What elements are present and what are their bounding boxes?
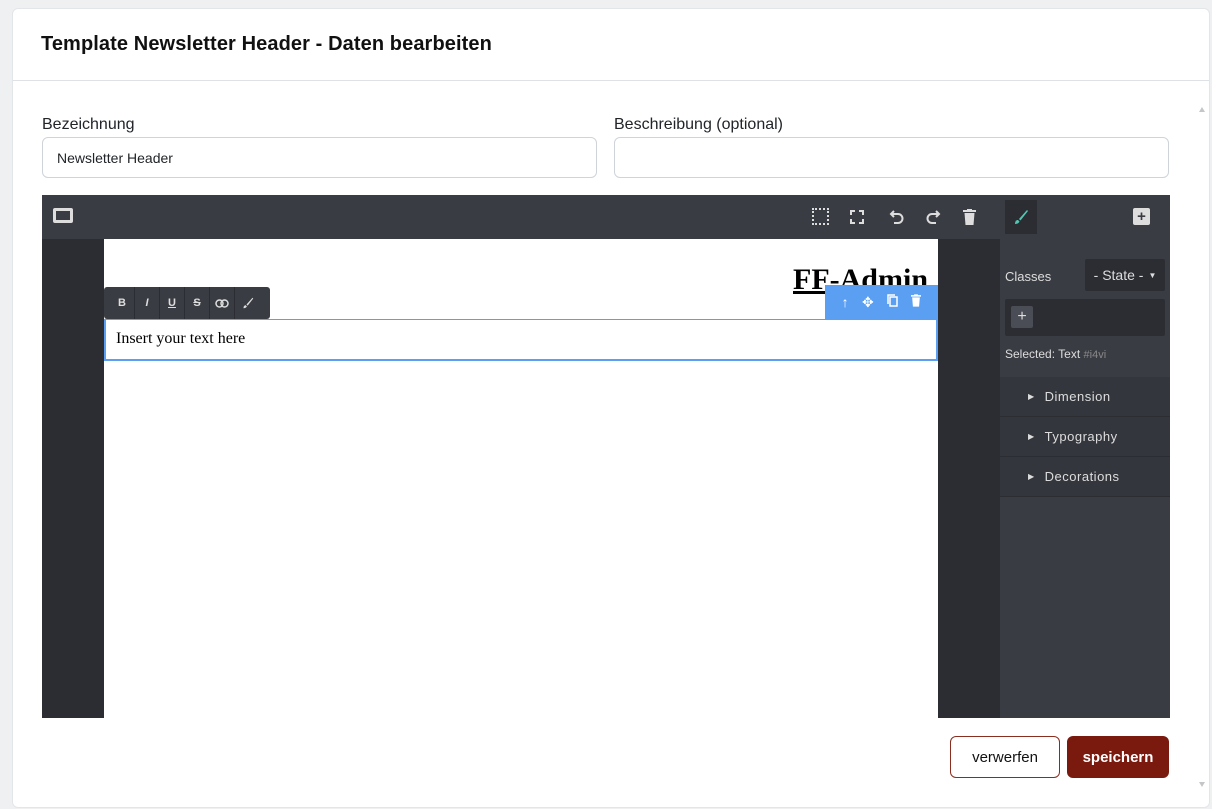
arrow-up-icon[interactable]: ↑ [842, 294, 849, 310]
editor-canvas[interactable]: FF-Admin B I U S ↑ ✥ Insert your text he… [104, 239, 938, 718]
description-label: Beschreibung (optional) [614, 116, 783, 133]
trash-icon[interactable] [911, 294, 922, 310]
component-toolbar: ↑ ✥ [825, 285, 938, 319]
cancel-button[interactable]: verwerfen [950, 736, 1060, 778]
copy-icon[interactable] [887, 294, 898, 310]
undo-icon[interactable] [886, 206, 908, 228]
style-manager-panel: Classes - State - ▼ + Selected: Text #i4… [1000, 239, 1170, 718]
classes-container: + [1005, 299, 1165, 336]
editor-toolbar [42, 195, 1000, 239]
caret-right-icon: ▶ [1028, 472, 1035, 481]
scroll-down-arrow-icon[interactable] [1199, 782, 1205, 787]
dialog-header: Template Newsletter Header - Daten bearb… [13, 9, 1209, 81]
strikethrough-button[interactable]: S [185, 287, 210, 319]
sector-label: Decorations [1044, 469, 1120, 484]
sector-dimension[interactable]: ▶ Dimension [1000, 377, 1170, 417]
add-class-button[interactable]: + [1011, 306, 1033, 328]
trash-icon[interactable] [958, 206, 980, 228]
sector-label: Dimension [1044, 389, 1111, 404]
device-desktop-icon[interactable] [53, 208, 73, 223]
sector-typography[interactable]: ▶ Typography [1000, 417, 1170, 457]
selected-name: Text [1058, 347, 1081, 361]
rich-text-toolbar: B I U S [104, 287, 270, 319]
caret-right-icon: ▶ [1028, 432, 1035, 441]
sector-decorations[interactable]: ▶ Decorations [1000, 457, 1170, 497]
selected-id: #i4vi [1083, 349, 1107, 361]
block-manager-plus-icon[interactable]: + [1133, 208, 1150, 225]
state-select-label: - State - [1093, 267, 1144, 283]
fullscreen-icon[interactable] [846, 206, 868, 228]
selected-component-info: Selected: Text #i4vi [1005, 347, 1106, 361]
chevron-down-icon: ▼ [1148, 270, 1157, 280]
style-manager-brush-icon[interactable] [1005, 200, 1037, 234]
link-icon[interactable] [210, 287, 235, 319]
save-button[interactable]: speichern [1067, 736, 1169, 778]
sw-visibility-icon[interactable] [812, 208, 829, 225]
panel-switcher: + [1000, 195, 1170, 239]
description-input[interactable] [614, 137, 1169, 178]
state-select[interactable]: - State - ▼ [1085, 259, 1165, 291]
selected-prefix: Selected: [1005, 347, 1056, 361]
classes-label: Classes [1005, 269, 1052, 284]
page-builder-editor: + FF-Admin B I U S ↑ ✥ Insert your text … [42, 195, 1170, 718]
underline-button[interactable]: U [160, 287, 185, 319]
dialog-scrollbar[interactable] [1197, 97, 1209, 787]
scroll-up-arrow-icon[interactable] [1199, 107, 1205, 112]
sector-label: Typography [1044, 429, 1118, 444]
redo-icon[interactable] [922, 206, 944, 228]
name-input[interactable] [42, 137, 597, 178]
dialog-title: Template Newsletter Header - Daten bearb… [41, 33, 492, 55]
italic-button[interactable]: I [135, 287, 160, 319]
move-icon[interactable]: ✥ [862, 294, 874, 311]
brush-icon[interactable] [235, 287, 260, 319]
name-label: Bezeichnung [42, 116, 135, 133]
caret-right-icon: ▶ [1028, 392, 1035, 401]
selected-text-block[interactable]: Insert your text here [104, 319, 938, 361]
bold-button[interactable]: B [110, 287, 135, 319]
